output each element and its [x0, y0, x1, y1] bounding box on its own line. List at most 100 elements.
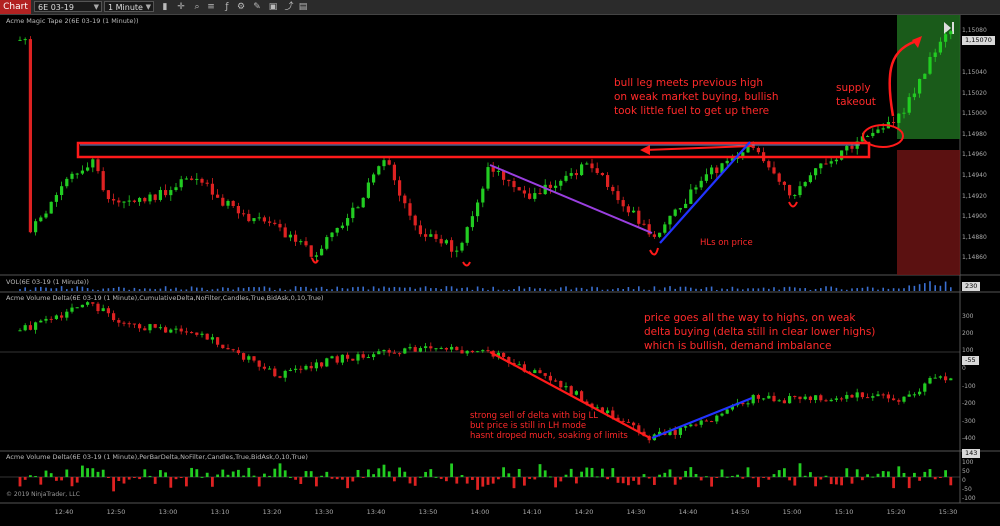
bar-delta-bar — [559, 477, 563, 482]
bar-delta-bar — [148, 475, 152, 477]
volume-bar — [643, 289, 645, 291]
bar-delta-bar — [127, 477, 131, 480]
volume-bar — [253, 287, 255, 291]
bar-delta-bar — [242, 475, 245, 477]
volume-bar — [846, 289, 848, 291]
cum-delta-candle — [538, 367, 542, 374]
bar-delta-bar — [876, 473, 880, 477]
bar-delta-bar — [517, 468, 521, 477]
volume-bar — [40, 286, 42, 291]
bar-delta-bar — [731, 475, 734, 477]
volume-bar — [320, 286, 323, 291]
volume-bar — [294, 286, 297, 291]
cum-delta-candle — [70, 303, 74, 314]
volume-bar — [778, 289, 780, 291]
cum-delta-candle — [221, 344, 225, 350]
time-tick: 14:10 — [522, 508, 542, 516]
bar-delta-bar — [382, 464, 386, 477]
bar-delta-bar — [439, 477, 443, 479]
cum-delta-tick: 300 — [962, 313, 974, 320]
volume-bar — [861, 287, 864, 291]
bar-delta-bar — [122, 477, 126, 484]
cum-delta-candle — [694, 423, 698, 427]
bar-delta-bar — [237, 469, 240, 477]
chart-canvas[interactable] — [0, 0, 1000, 526]
volume-bar — [19, 289, 21, 291]
volume-bar — [664, 287, 666, 291]
volume-bar — [622, 289, 624, 291]
bar-delta-bar — [554, 477, 557, 488]
delta-recovery-line[interactable] — [651, 396, 753, 440]
cum-delta-candle — [366, 354, 370, 359]
volume-last-tag: 230 — [962, 282, 981, 291]
cum-delta-candle — [746, 400, 750, 408]
volume-bar — [388, 287, 390, 291]
volume-bar — [154, 289, 156, 291]
cum-delta-candle — [834, 395, 838, 402]
time-tick: 13:40 — [366, 508, 386, 516]
time-tick: 13:30 — [314, 508, 334, 516]
annotation-line: supply — [836, 82, 871, 94]
time-tick: 13:20 — [262, 508, 282, 516]
bar-delta-bar — [897, 466, 901, 477]
price-tick: 1,14900 — [962, 213, 987, 220]
cum-delta-candle — [574, 390, 578, 396]
volume-bar — [440, 289, 442, 291]
volume-bar — [580, 287, 583, 291]
bar-delta-bar — [871, 476, 875, 478]
time-tick: 13:10 — [210, 508, 230, 516]
volume-bar — [794, 287, 796, 291]
cum-delta-candle — [928, 376, 932, 385]
volume-bar — [289, 289, 292, 291]
bar-delta-bar — [621, 477, 625, 484]
cum-delta-candle — [725, 408, 729, 415]
price-candle — [923, 73, 927, 79]
cum-delta-candle — [44, 315, 48, 324]
price-candle — [28, 36, 32, 234]
cum-delta-candle — [949, 377, 953, 381]
volume-bar — [632, 289, 635, 291]
volume-bar — [508, 289, 510, 291]
bar-delta-bar — [632, 477, 635, 481]
price-candle — [673, 208, 677, 217]
volume-bar — [835, 287, 838, 291]
volume-bar — [144, 288, 146, 291]
price-tick: 1,15000 — [962, 110, 987, 117]
cum-delta-candle — [881, 392, 885, 399]
bar-delta-bar — [845, 468, 849, 477]
cum-delta-candle — [715, 414, 719, 425]
volume-bar — [502, 289, 505, 291]
cum-delta-candle — [408, 343, 412, 351]
cum-delta-candle — [429, 342, 433, 352]
bar-delta-bar — [112, 477, 115, 492]
cum-delta-tick: -100 — [962, 383, 976, 390]
time-tick: 13:00 — [158, 508, 178, 516]
volume-bar — [237, 287, 240, 291]
time-tick: 14:50 — [730, 508, 750, 516]
cum-delta-candle — [444, 347, 448, 352]
volume-bar — [305, 286, 307, 291]
volume-bar — [950, 287, 952, 291]
cum-delta-candle — [252, 356, 256, 363]
cum-delta-candle — [860, 392, 864, 400]
volume-bar — [430, 288, 432, 291]
annotation-strong-sell: strong sell of delta with big LL but pri… — [470, 411, 628, 441]
volume-bar — [700, 288, 702, 291]
volume-bar — [944, 281, 947, 291]
cum-delta-candle — [361, 351, 365, 360]
volume-bar — [528, 287, 531, 291]
cum-delta-candle — [148, 323, 152, 334]
volume-bar — [336, 286, 338, 291]
bar-delta-bar — [330, 477, 334, 479]
cum-delta-candle — [372, 352, 376, 361]
bar-delta-bar — [653, 477, 656, 485]
time-tick: 12:50 — [106, 508, 126, 516]
bar-delta-bar — [419, 476, 422, 478]
cum-delta-candle — [829, 398, 833, 402]
volume-bar — [138, 289, 141, 291]
volume-bar — [372, 286, 375, 291]
volume-bar — [112, 288, 115, 291]
volume-bar — [840, 289, 843, 291]
cum-delta-candle — [788, 393, 792, 404]
cum-delta-candle — [554, 378, 558, 382]
